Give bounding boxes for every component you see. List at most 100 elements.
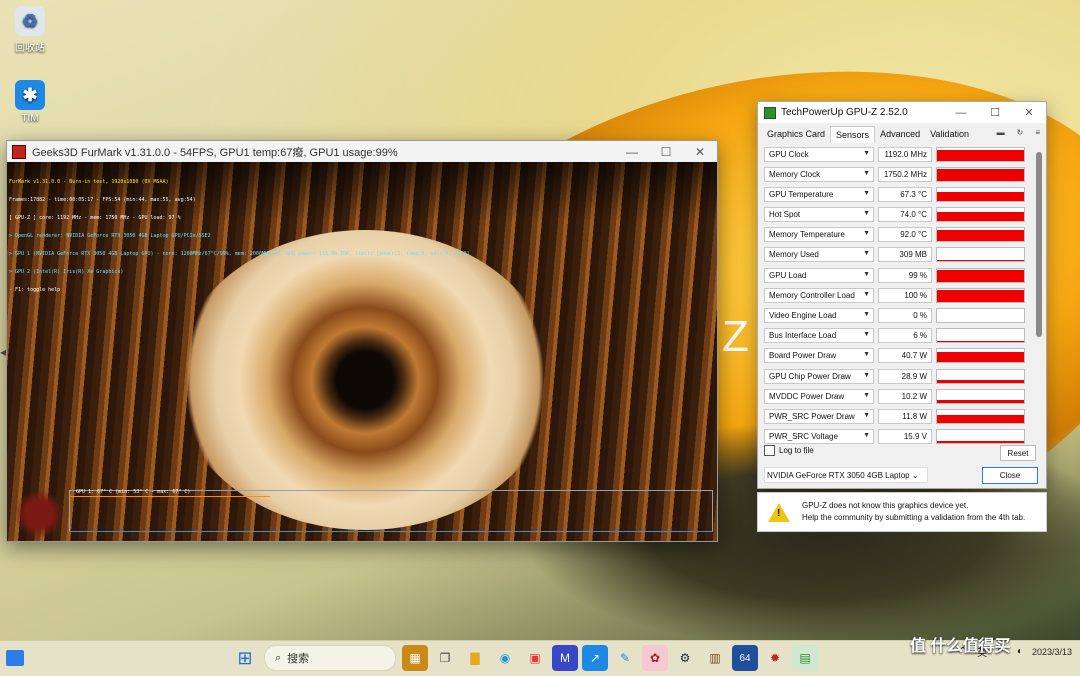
sensor-graph [936, 429, 1025, 445]
tab-sensors[interactable]: Sensors [830, 125, 876, 143]
sensor-name-dropdown[interactable]: GPU Load ▼ [764, 267, 874, 283]
tab-advanced[interactable]: Advanced [875, 126, 925, 142]
sensor-name-dropdown[interactable]: Board Power Draw ▼ [764, 348, 874, 364]
sensor-name: Memory Controller Load [769, 290, 855, 300]
gpuz-warning-panel: ! GPU-Z does not know this graphics devi… [757, 492, 1047, 532]
sensor-name-dropdown[interactable]: PWR_SRC Power Draw ▼ [764, 408, 874, 424]
sensor-name: GPU Load [769, 270, 807, 280]
sensor-row: Memory Temperature ▼ 92.0 °C [764, 226, 1026, 244]
sensor-list: GPU Clock ▼ 1192.0 MHz Memory Clock ▼ 1750.2 … [764, 145, 1026, 448]
task-view-icon[interactable]: ❐ [432, 645, 458, 671]
minimize-icon[interactable]: — [944, 107, 978, 119]
search-box[interactable]: ⌕ 搜索 [264, 645, 396, 671]
chevron-down-icon: ▼ [863, 270, 870, 278]
sensor-row: Video Engine Load ▼ 0 % [764, 307, 1026, 325]
sensor-name-dropdown[interactable]: Hot Spot ▼ [764, 207, 874, 223]
app-icon-photo[interactable]: ✿ [642, 645, 668, 671]
chevron-down-icon: ▼ [863, 230, 870, 238]
aida64-icon[interactable]: 64 [732, 645, 758, 671]
sensor-name-dropdown[interactable]: Memory Controller Load ▼ [764, 287, 874, 303]
close-icon[interactable]: ✕ [683, 145, 717, 159]
gpuz-app-icon [764, 106, 776, 119]
warning-icon: ! [768, 502, 790, 522]
sensor-row: GPU Load ▼ 99 % [764, 266, 1026, 284]
sensor-row: Bus Interface Load ▼ 6 % [764, 327, 1026, 345]
furmark-app-icon [12, 144, 26, 159]
sensor-graph [936, 146, 1025, 162]
desktop-icon-recycle-bin[interactable]: ♻ 回收站 [0, 6, 60, 54]
steam-icon[interactable]: ⚙ [672, 645, 698, 671]
volume-icon[interactable]: ◖ [1016, 646, 1022, 657]
start-icon[interactable]: ⊞ [232, 645, 258, 671]
minimize-icon[interactable]: — [615, 145, 649, 159]
sensor-graph-fill [937, 414, 1024, 423]
sensor-name-dropdown[interactable]: PWR_SRC Voltage ▼ [764, 429, 874, 445]
refresh-icon[interactable]: ↻ [1017, 128, 1024, 137]
sensor-value: 40.7 W [878, 348, 932, 364]
furmark-titlebar[interactable]: Geeks3D FurMark v1.31.0.0 - 54FPS, GPU1 … [7, 141, 717, 162]
sensor-graph [936, 227, 1025, 243]
sensor-name: Hot Spot [769, 210, 801, 220]
sensor-graph-fill [937, 149, 1024, 161]
maximize-icon[interactable]: ☐ [649, 145, 683, 159]
tab-validation[interactable]: Validation [925, 126, 974, 142]
log-to-file-label: Log to file [779, 446, 814, 455]
file-explorer-icon[interactable]: ▇ [462, 645, 488, 671]
widgets-icon[interactable] [6, 650, 24, 666]
gpuz-titlebar[interactable]: TechPowerUp GPU-Z 2.52.0 — ☐ ✕ [758, 102, 1046, 123]
sensor-row: GPU Temperature ▼ 67.3 °C [764, 185, 1026, 203]
sensor-name-dropdown[interactable]: Memory Clock ▼ [764, 166, 874, 182]
screenshot-icon[interactable]: ▬ [997, 128, 1005, 137]
desktop-icon-label: TIM [21, 113, 39, 124]
furmark-taskbar-icon[interactable]: ▦ [402, 645, 428, 671]
osd-line: > GPU 2 (Intel(R) Iris(R) Xe Graphics) [9, 269, 124, 275]
sensor-name: GPU Clock [769, 149, 809, 159]
gpu-select-dropdown[interactable]: NVIDIA GeForce RTX 3050 4GB Laptop GPU ⌄ [764, 467, 928, 483]
gpuz-taskbar-icon[interactable]: ▤ [792, 645, 818, 671]
sensor-graph-fill [937, 168, 1024, 181]
sensor-row: Hot Spot ▼ 74.0 °C [764, 206, 1026, 224]
furmark-window[interactable]: Geeks3D FurMark v1.31.0.0 - 54FPS, GPU1 … [6, 140, 718, 542]
app-icon-feather[interactable]: ✎ [612, 645, 638, 671]
app-icon-blue-m[interactable]: M [552, 645, 578, 671]
gpuz-window[interactable]: TechPowerUp GPU-Z 2.52.0 — ☐ ✕ Graphics … [757, 101, 1047, 489]
maximize-icon[interactable]: ☐ [978, 106, 1012, 119]
log-to-file[interactable]: Log to file [764, 445, 1040, 456]
sensor-row: Memory Clock ▼ 1750.2 MHz [764, 165, 1026, 183]
store-icon[interactable]: ▣ [522, 645, 548, 671]
app-icon-box[interactable]: ▥ [702, 645, 728, 671]
sensor-name-dropdown[interactable]: GPU Temperature ▼ [764, 186, 874, 202]
sensor-name-dropdown[interactable]: Memory Temperature ▼ [764, 227, 874, 243]
log-to-file-checkbox[interactable] [764, 445, 775, 456]
edge-icon[interactable]: ◉ [492, 645, 518, 671]
osd-line: - F1: toggle help [9, 287, 61, 293]
furmark-running-icon[interactable]: ✹ [762, 645, 788, 671]
furmark-title: Geeks3D FurMark v1.31.0.0 - 54FPS, GPU1 … [32, 146, 398, 159]
sensor-name-dropdown[interactable]: MVDDC Power Draw ▼ [764, 388, 874, 404]
close-button[interactable]: Close [982, 467, 1038, 484]
search-icon: ⌕ [275, 651, 282, 664]
close-icon[interactable]: ✕ [1012, 106, 1046, 119]
desktop-icon-tim[interactable]: ✱ TIM [0, 80, 60, 124]
sensor-graph [936, 408, 1025, 424]
sensor-name-dropdown[interactable]: Video Engine Load ▼ [764, 308, 874, 323]
sensor-name-dropdown[interactable]: GPU Chip Power Draw ▼ [764, 368, 874, 384]
sensor-graph [936, 207, 1025, 223]
sensor-graph-fill [937, 379, 1024, 383]
chevron-down-icon: ▼ [863, 351, 870, 359]
sensor-graph [936, 308, 1025, 323]
app-icon-arrow[interactable]: ↗ [582, 645, 608, 671]
chevron-down-icon: ▼ [863, 189, 870, 197]
sensor-name-dropdown[interactable]: GPU Clock ▼ [764, 146, 874, 162]
sensor-value: 1192.0 MHz [878, 146, 932, 162]
sensor-name-dropdown[interactable]: Bus Interface Load ▼ [764, 328, 874, 344]
reset-button[interactable]: Reset [1000, 445, 1036, 461]
menu-icon[interactable]: ≡ [1035, 128, 1040, 137]
sensor-name-dropdown[interactable]: Memory Used ▼ [764, 247, 874, 263]
sensor-value: 15.9 V [878, 429, 932, 445]
osd-line: > GPU 1 (NVIDIA GeForce RTX 3050 4GB Lap… [9, 251, 470, 257]
sensor-name: MVDDC Power Draw [769, 391, 845, 401]
sensor-scrollbar[interactable] [1036, 152, 1042, 337]
clock[interactable]: 2023/3/13 [1032, 646, 1072, 658]
tab-graphics-card[interactable]: Graphics Card [762, 126, 830, 142]
